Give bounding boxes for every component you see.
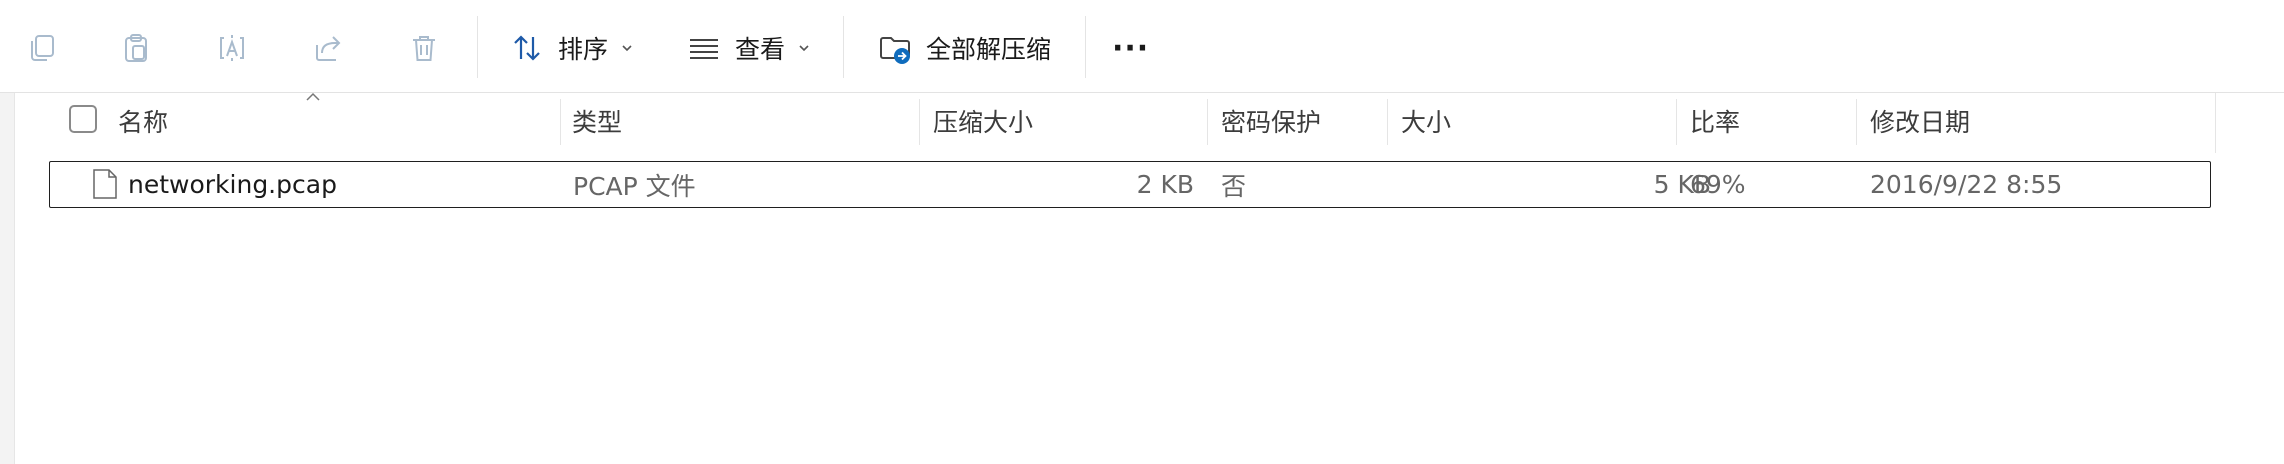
table-row[interactable]: networking.pcap PCAP 文件 2 KB 否 5 KB 69% … [49, 161, 2211, 208]
extract-folder-icon [880, 37, 910, 64]
paste-button[interactable] [108, 20, 164, 76]
view-button[interactable]: 查看 [687, 22, 811, 74]
sort-label: 排序 [558, 35, 609, 64]
file-ratio: 69% [1690, 170, 1746, 199]
rename-icon [220, 35, 244, 61]
command-bar: 排序 查看 全部解压缩 ··· [0, 0, 2284, 93]
share-button[interactable] [300, 20, 356, 76]
column-divider[interactable] [919, 99, 920, 145]
sort-icon [514, 35, 540, 61]
column-header-password[interactable]: 密码保护 [1221, 93, 1391, 148]
more-icon: ··· [1112, 30, 1150, 66]
delete-button[interactable] [396, 20, 452, 76]
sort-button[interactable]: 排序 [510, 22, 634, 74]
column-header-compressed-size[interactable]: 压缩大小 [933, 93, 1203, 148]
file-name[interactable]: networking.pcap [128, 162, 548, 207]
column-divider[interactable] [1856, 99, 1857, 145]
paste-icon [125, 34, 147, 62]
column-header-type[interactable]: 类型 [572, 93, 912, 148]
extract-all-button[interactable]: 全部解压缩 [878, 22, 1051, 74]
delete-icon [413, 36, 435, 61]
column-divider[interactable] [1676, 99, 1677, 145]
chevron-down-icon [622, 45, 632, 52]
copy-button[interactable] [14, 20, 70, 76]
column-divider[interactable] [1207, 99, 1208, 145]
column-header-modified[interactable]: 修改日期 [1870, 93, 2200, 148]
view-icon [690, 39, 718, 59]
navigation-pane-edge [0, 93, 15, 464]
file-password-protected: 否 [1221, 171, 1247, 201]
file-size: 5 KB [1653, 170, 1711, 199]
file-type: PCAP 文件 [573, 171, 696, 201]
rename-button[interactable] [204, 20, 260, 76]
toolbar-separator [1085, 16, 1086, 78]
column-header-name[interactable]: 名称 [118, 93, 558, 148]
extract-all-label: 全部解压缩 [926, 35, 1052, 64]
share-icon [316, 36, 341, 61]
column-header-row: 名称 类型 压缩大小 密码保护 大小 比率 修改日期 [15, 93, 2215, 148]
file-icon [93, 169, 117, 199]
chevron-down-icon [799, 45, 809, 52]
file-modified-date: 2016/9/22 8:55 [1870, 170, 2063, 199]
more-button[interactable]: ··· [1112, 22, 1149, 74]
column-header-ratio[interactable]: 比率 [1690, 93, 1850, 148]
view-label: 查看 [735, 35, 786, 64]
header-end-divider [2215, 93, 2216, 153]
toolbar-separator [477, 16, 478, 78]
toolbar-separator [843, 16, 844, 78]
column-header-size[interactable]: 大小 [1401, 93, 1671, 148]
column-divider[interactable] [1387, 99, 1388, 145]
select-all-checkbox[interactable] [69, 105, 97, 133]
copy-icon [31, 35, 54, 61]
column-divider[interactable] [560, 99, 561, 145]
file-compressed-size: 2 KB [1136, 170, 1194, 199]
